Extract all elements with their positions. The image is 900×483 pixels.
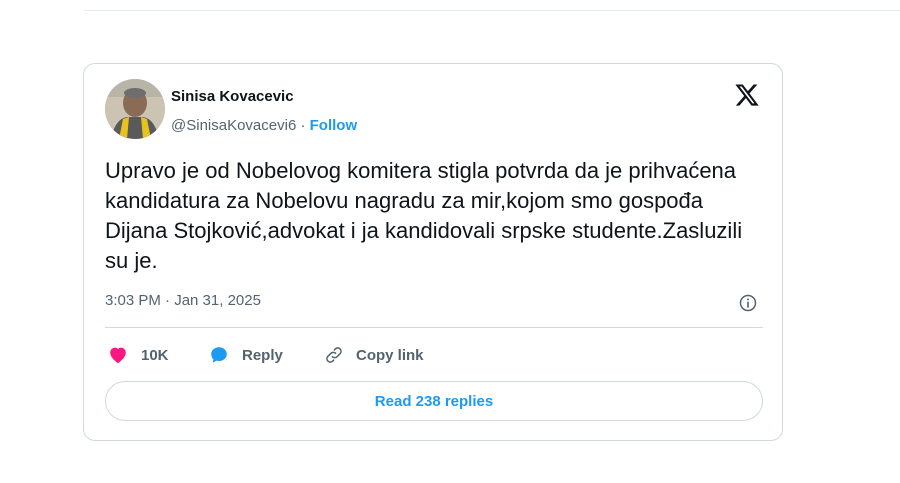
reply-bubble-icon [211, 347, 227, 363]
avatar-photo [105, 79, 165, 139]
author-name[interactable]: Sinisa Kovacevic [171, 88, 294, 105]
timestamp[interactable]: 3:03 PM · Jan 31, 2025 [105, 292, 261, 309]
handle-row: @SinisaKovacevi6 · Follow [171, 117, 357, 134]
like-button[interactable]: 10K [107, 342, 169, 368]
avatar[interactable] [105, 79, 165, 139]
link-icon [326, 347, 342, 363]
read-replies-button[interactable]: Read 238 replies [105, 381, 763, 421]
copy-link-button[interactable]: Copy link [324, 342, 424, 368]
copy-link-label: Copy link [356, 346, 424, 364]
reply-label: Reply [242, 346, 283, 364]
tweet-text: Upravo je od Nobelovog komitera stigla p… [105, 158, 743, 273]
info-icon[interactable] [738, 293, 758, 313]
like-count: 10K [141, 346, 169, 364]
follow-button[interactable]: Follow [310, 117, 358, 134]
reply-button[interactable]: Reply [208, 342, 283, 368]
author-handle[interactable]: @SinisaKovacevi6 [171, 117, 296, 134]
x-logo-icon[interactable] [734, 82, 760, 108]
handle-separator: · [296, 117, 310, 134]
embedded-tweet-card: Sinisa Kovacevic @SinisaKovacevi6 · Foll… [83, 63, 783, 441]
heart-icon [110, 347, 126, 364]
top-divider [84, 10, 900, 11]
tweet-divider [105, 327, 763, 328]
